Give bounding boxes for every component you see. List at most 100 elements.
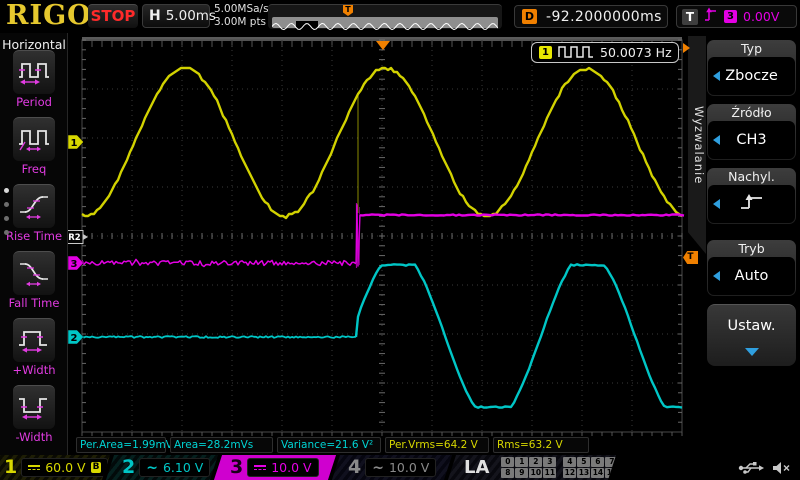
trigger-flag-icon[interactable]: T	[343, 5, 353, 16]
softkey-value-box: CH3	[708, 121, 795, 159]
minus-width-icon	[17, 391, 51, 425]
softkey-typ[interactable]: TypZbocze	[707, 40, 796, 96]
trigger-source-badge: 3	[724, 10, 737, 23]
dc-coupling-icon	[28, 465, 40, 470]
trigger-readout[interactable]: T 3 0.00V	[676, 5, 797, 28]
channel-scale-box: ~10.0 V	[365, 458, 436, 477]
page-dot	[4, 216, 9, 221]
la-digit: 7	[605, 457, 616, 467]
memory-depth: 3.00M pts	[214, 16, 269, 29]
softkey-zrodlo[interactable]: ŹródłoCH3	[707, 104, 796, 160]
waveform-overview[interactable]: T	[268, 4, 502, 29]
la-digit: 1	[515, 457, 528, 467]
softkey-tryb[interactable]: Tryb Auto	[707, 240, 796, 296]
horizontal-label: H	[149, 8, 161, 24]
speaker-muted-icon[interactable]	[772, 460, 792, 479]
delay-readout[interactable]: D -92.2000000ms	[514, 5, 668, 28]
la-digit: 8	[501, 468, 514, 478]
menu-item-period[interactable]	[13, 50, 55, 94]
frequency-counter: 1 50.0073 Hz	[531, 42, 679, 63]
page-dot	[4, 188, 9, 193]
timebase-readout[interactable]: H 5.00ms	[142, 4, 210, 28]
measure-menu: Horizontal PeriodFreqRise TimeFall Time+…	[0, 33, 68, 455]
delay-value: -92.2000000ms	[546, 9, 662, 25]
menu-item-freq[interactable]	[13, 117, 55, 161]
svg-text:3: 3	[71, 259, 78, 270]
menu-item-label: Freq	[0, 162, 68, 176]
channel-scale-box: ~6.10 V	[139, 458, 210, 477]
fall-time-icon	[17, 257, 51, 291]
channel-4-status[interactable]: 4~10.0 V	[332, 455, 452, 480]
memory-bar	[272, 17, 498, 28]
square-wave-icon	[558, 43, 594, 62]
chevron-left-icon	[713, 71, 720, 81]
softkey-value-box: Auto	[708, 257, 795, 295]
svg-text:R2: R2	[68, 233, 81, 243]
oscilloscope-screen: 1 R2 3 2 RIGOL STOP H 5.00ms 5.00MSa/s 3.00…	[0, 0, 800, 480]
trigger-menu-tab: Wyzwalanie	[688, 36, 706, 254]
la-digit-grid: 0123456789101112131415	[501, 457, 616, 478]
trigger-level-marker[interactable]: T	[683, 251, 698, 264]
sample-rate: 5.00MSa/s	[214, 3, 269, 16]
channel-number: 3	[230, 455, 243, 480]
chevron-left-icon	[713, 135, 720, 145]
softkey-label: Tryb	[708, 241, 795, 257]
usb-icon	[738, 460, 764, 479]
channel-2-status[interactable]: 2~6.10 V	[106, 455, 218, 480]
bandwidth-limit-icon: B	[91, 462, 102, 473]
la-digit: 14	[591, 468, 604, 478]
la-digit: 3	[543, 457, 556, 467]
la-digit: 10	[529, 468, 542, 478]
channel-number: 1	[4, 455, 17, 480]
channel-scale: 10.0 V	[271, 460, 311, 475]
logic-analyzer-status[interactable]: LA0123456789101112131415	[448, 455, 616, 480]
top-bar: RIGOL STOP H 5.00ms 5.00MSa/s 3.00M pts …	[0, 0, 800, 33]
menu-item-rise-time[interactable]	[13, 184, 55, 228]
menu-item-label: +Width	[0, 363, 68, 377]
acquisition-info: 5.00MSa/s 3.00M pts	[214, 3, 269, 29]
channel-status-bar: 160.0 VB2~6.10 V310.0 V4~10.0 VLA0123456…	[0, 455, 800, 480]
rising-edge-icon	[737, 193, 767, 215]
channel-number: 2	[122, 455, 135, 480]
channel-1-status[interactable]: 1 60.0 V B	[0, 455, 110, 480]
page-dot	[4, 230, 9, 235]
freq-icon	[17, 123, 51, 157]
softkey-nachyl[interactable]: Nachyl.	[707, 168, 796, 224]
channel-number: 4	[348, 455, 361, 480]
channel-scale: 6.10 V	[163, 460, 203, 475]
channel-scale: 60.0 V	[45, 460, 85, 475]
run-state-indicator[interactable]: STOP	[88, 4, 138, 28]
la-digit: 6	[591, 457, 604, 467]
la-digit: 13	[577, 468, 590, 478]
trigger-level-value: 0.00V	[743, 9, 779, 24]
menu-item-label: -Width	[0, 430, 68, 444]
menu-item-fall-time[interactable]	[13, 251, 55, 295]
rising-edge-icon	[704, 7, 718, 27]
softkey-ustaw[interactable]: Ustaw.	[707, 304, 796, 366]
timebase-value: 5.00ms	[166, 8, 216, 24]
softkey-value: Auto	[735, 268, 769, 284]
measurement-area: Area=28.2mVs	[170, 437, 273, 453]
menu-item-label: Fall Time	[0, 296, 68, 310]
dc-coupling-icon	[254, 465, 266, 470]
rise-time-icon	[17, 190, 51, 224]
menu-item-minus-width[interactable]	[13, 385, 55, 429]
softkey-value-box	[708, 185, 795, 223]
softkey-value: Ustaw.	[728, 318, 776, 334]
measurement-per-vrms: Per.Vrms=64.2 V	[385, 437, 489, 453]
softkey-value: Zbocze	[725, 68, 778, 84]
ac-coupling-icon: ~	[372, 463, 384, 473]
la-digit: 5	[577, 457, 590, 467]
chevron-down-icon	[745, 348, 759, 356]
delay-label: D	[522, 9, 537, 24]
softkey-value-box: Zbocze	[708, 57, 795, 95]
svg-text:2: 2	[71, 333, 78, 344]
la-digit: 0	[501, 457, 514, 467]
la-digit: 15	[605, 468, 616, 478]
menu-item-plus-width[interactable]	[13, 318, 55, 362]
plus-width-icon	[17, 324, 51, 358]
period-icon	[17, 56, 51, 90]
counter-channel-badge: 1	[539, 46, 552, 59]
channel-scale-box: 60.0 V B	[21, 458, 108, 477]
channel-3-status[interactable]: 3 10.0 V	[214, 455, 336, 480]
